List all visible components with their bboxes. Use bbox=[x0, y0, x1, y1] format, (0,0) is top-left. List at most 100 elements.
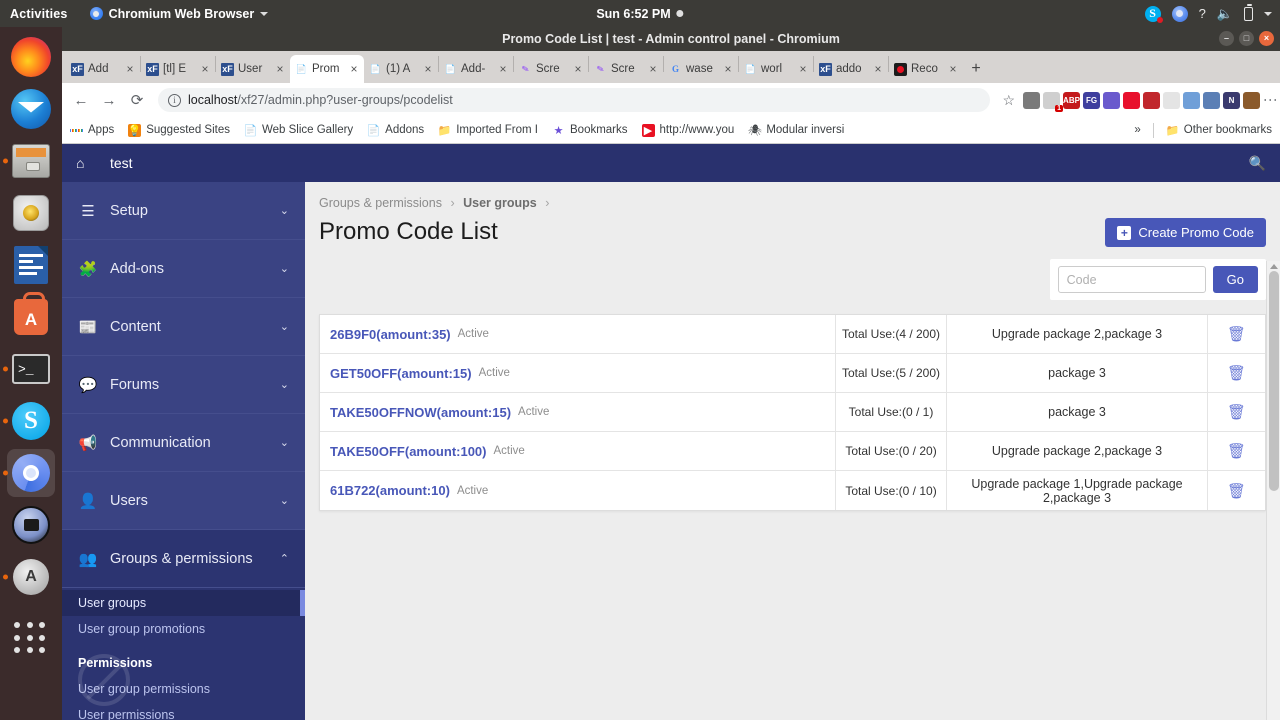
dock-item-libreoffice[interactable] bbox=[7, 241, 55, 289]
search-icon[interactable]: 🔍 bbox=[1249, 155, 1266, 172]
film-reel-extension[interactable] bbox=[1023, 92, 1040, 109]
new-tab-button[interactable]: + bbox=[963, 55, 989, 83]
go-button[interactable]: Go bbox=[1213, 266, 1258, 293]
delete-button[interactable]: 🗑 bbox=[1208, 393, 1265, 431]
delete-button[interactable]: 🗑 bbox=[1208, 354, 1265, 392]
browser-tab[interactable]: xFUser × bbox=[216, 55, 290, 83]
close-icon[interactable]: × bbox=[125, 63, 135, 75]
promo-code-link[interactable]: GET50OFF(amount:15) bbox=[330, 366, 472, 381]
scroll-up-arrow-icon[interactable] bbox=[1270, 264, 1278, 269]
sidebar-subitem-user-groups[interactable]: User groups bbox=[62, 590, 305, 616]
create-promo-code-button[interactable]: + Create Promo Code bbox=[1105, 218, 1266, 247]
browser-tab[interactable]: 📄(1) A× bbox=[364, 55, 438, 83]
umatrix-extension[interactable] bbox=[1183, 92, 1200, 109]
clock-menu[interactable]: Sun 6:52 PM bbox=[596, 7, 683, 21]
close-icon[interactable]: × bbox=[648, 63, 658, 75]
promo-code-link[interactable]: TAKE50OFF(amount:100) bbox=[330, 444, 487, 459]
sidebar-item-content[interactable]: 📰Content⌄ bbox=[62, 298, 305, 356]
bookmark-item[interactable]: 🕷Modular inversi bbox=[748, 124, 844, 137]
minimize-button[interactable]: – bbox=[1219, 31, 1234, 46]
breadcrumb-item-user-groups[interactable]: User groups bbox=[463, 196, 537, 210]
adblock-plus-extension[interactable]: ABP bbox=[1063, 92, 1080, 109]
activities-button[interactable]: Activities bbox=[10, 7, 68, 21]
close-icon[interactable]: × bbox=[200, 63, 210, 75]
system-menu-chevron-icon[interactable] bbox=[1264, 12, 1272, 16]
close-icon[interactable]: × bbox=[798, 63, 808, 75]
browser-tab[interactable]: 📄Prom× bbox=[290, 55, 364, 83]
sidebar-subitem-user-group-promotions[interactable]: User group promotions bbox=[62, 616, 305, 642]
browser-tab[interactable]: xF[tl] E× bbox=[141, 55, 215, 83]
app-menu-chromium[interactable]: Chromium Web Browser bbox=[90, 7, 269, 21]
dock-item-rhythmbox[interactable] bbox=[7, 189, 55, 237]
close-icon[interactable]: × bbox=[275, 63, 285, 75]
bookmark-item[interactable]: 📁Imported From I bbox=[438, 124, 538, 137]
dock-item-thunderbird[interactable] bbox=[7, 85, 55, 133]
breadcrumb-item-groups[interactable]: Groups & permissions bbox=[319, 196, 442, 210]
maximize-button[interactable]: □ bbox=[1239, 31, 1254, 46]
delete-button[interactable]: 🗑 bbox=[1208, 432, 1265, 470]
skype-tray-icon[interactable]: S bbox=[1145, 6, 1161, 22]
bookmark-item[interactable]: 📄Addons bbox=[367, 124, 424, 137]
dock-item-keepass[interactable] bbox=[7, 501, 55, 549]
dock-item-chromium[interactable] bbox=[7, 449, 55, 497]
bookmark-star-icon[interactable]: ☆ bbox=[1002, 92, 1015, 109]
browser-tab[interactable]: ✎Scre× bbox=[589, 55, 663, 83]
volume-icon[interactable]: 🔈 bbox=[1217, 7, 1233, 20]
dock-item-files[interactable] bbox=[7, 137, 55, 185]
sidebar-item-setup[interactable]: ☰Setup⌄ bbox=[62, 182, 305, 240]
close-icon[interactable]: × bbox=[573, 63, 583, 75]
page-scrollbar[interactable] bbox=[1266, 261, 1280, 720]
delete-button[interactable]: 🗑 bbox=[1208, 315, 1265, 353]
scrollbar-thumb[interactable] bbox=[1269, 271, 1279, 491]
bookmark-item[interactable]: 📄Web Slice Gallery bbox=[244, 124, 353, 137]
site-info-icon[interactable]: i bbox=[168, 94, 181, 107]
browser-tab[interactable]: Reco× bbox=[889, 55, 963, 83]
bookmark-item[interactable]: Apps bbox=[70, 124, 114, 137]
translate-extension[interactable] bbox=[1103, 92, 1120, 109]
sidebar-item-forums[interactable]: 💬Forums⌄ bbox=[62, 356, 305, 414]
promo-code-link[interactable]: 61B722(amount:10) bbox=[330, 483, 450, 498]
shield-extension[interactable]: 1 bbox=[1043, 92, 1060, 109]
dock-item-terminal[interactable]: >_ bbox=[7, 345, 55, 393]
promo-code-link[interactable]: 26B9F0(amount:35) bbox=[330, 327, 451, 342]
close-button[interactable]: × bbox=[1259, 31, 1274, 46]
browser-tab[interactable]: 📄Add-× bbox=[439, 55, 513, 83]
browser-tab[interactable]: xFaddo× bbox=[814, 55, 888, 83]
browser-tab[interactable]: ✎Scre× bbox=[514, 55, 588, 83]
dock-item-firefox[interactable] bbox=[7, 33, 55, 81]
close-icon[interactable]: × bbox=[873, 63, 883, 75]
bookmark-item[interactable]: 💡Suggested Sites bbox=[128, 124, 230, 137]
dock-item-skype[interactable]: S bbox=[7, 397, 55, 445]
battery-icon[interactable] bbox=[1244, 7, 1253, 21]
show-applications-button[interactable] bbox=[7, 615, 55, 663]
browser-menu-icon[interactable]: ⋮ bbox=[1267, 93, 1274, 107]
site-name-link[interactable]: test bbox=[110, 155, 133, 171]
reload-button[interactable]: ⟳ bbox=[124, 87, 150, 113]
code-search-input[interactable] bbox=[1058, 266, 1206, 293]
opera-extension[interactable] bbox=[1123, 92, 1140, 109]
help-icon[interactable]: ? bbox=[1199, 7, 1206, 20]
globe-extension[interactable] bbox=[1203, 92, 1220, 109]
browser-tab[interactable]: Gwase× bbox=[664, 55, 738, 83]
sidebar-item-users[interactable]: 👤Users⌄ bbox=[62, 472, 305, 530]
address-bar[interactable]: i localhost/xf27/admin.php?user-groups/p… bbox=[158, 88, 990, 112]
dock-item-ubuntu-software[interactable] bbox=[7, 293, 55, 341]
close-icon[interactable]: × bbox=[948, 63, 958, 75]
flashgot-extension[interactable]: FG bbox=[1083, 92, 1100, 109]
browser-tab[interactable]: xFAdd × bbox=[66, 55, 140, 83]
close-icon[interactable]: × bbox=[498, 63, 508, 75]
sidebar-item-communication[interactable]: 📢Communication⌄ bbox=[62, 414, 305, 472]
shield-red-extension[interactable] bbox=[1143, 92, 1160, 109]
notes-extension[interactable]: N bbox=[1223, 92, 1240, 109]
sidebar-item-add-ons[interactable]: 🧩Add-ons⌄ bbox=[62, 240, 305, 298]
delete-button[interactable]: 🗑 bbox=[1208, 471, 1265, 510]
overflow-chevron-icon[interactable]: » bbox=[1134, 124, 1140, 136]
bookmark-item[interactable]: ▶http://www.you bbox=[642, 124, 735, 137]
close-icon[interactable]: × bbox=[349, 63, 359, 75]
promo-code-link[interactable]: TAKE50OFFNOW(amount:15) bbox=[330, 405, 511, 420]
profile-avatar[interactable] bbox=[1243, 92, 1260, 109]
browser-tab[interactable]: 📄worl× bbox=[739, 55, 813, 83]
close-icon[interactable]: × bbox=[723, 63, 733, 75]
home-icon[interactable]: ⌂ bbox=[76, 155, 110, 171]
other-bookmarks-button[interactable]: 📁Other bookmarks bbox=[1166, 124, 1272, 137]
